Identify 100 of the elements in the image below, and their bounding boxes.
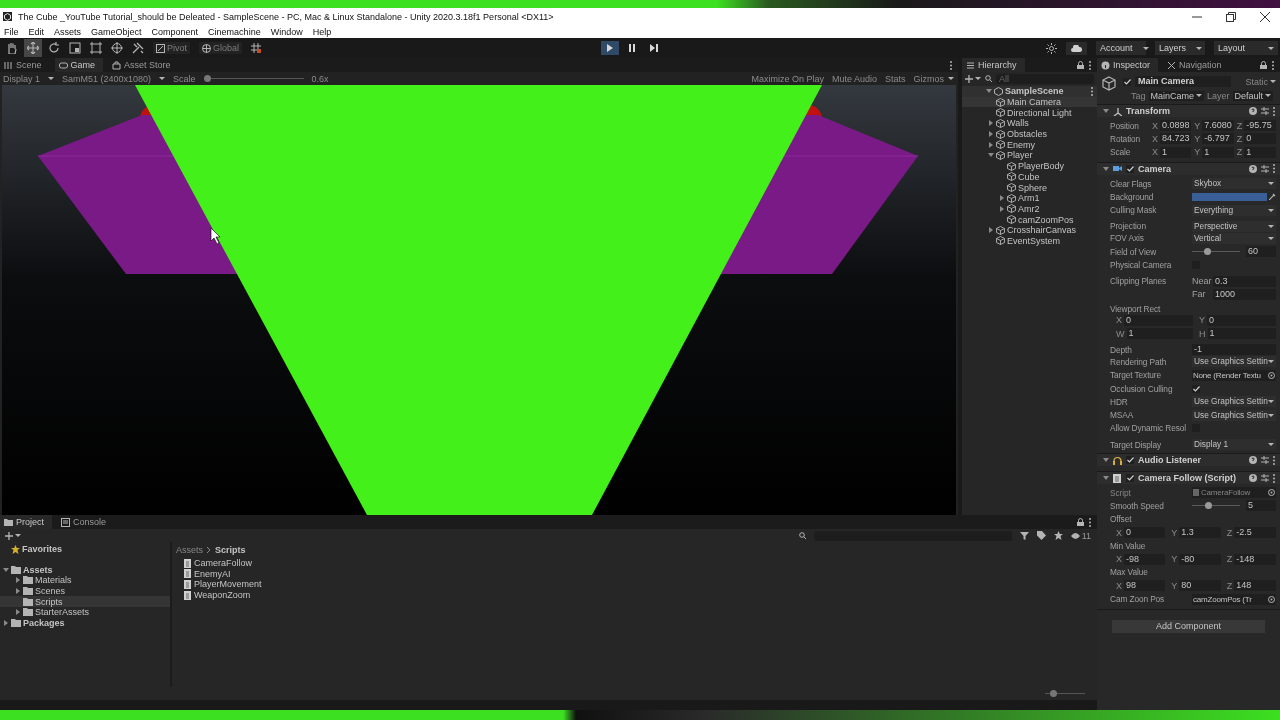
- menu-item[interactable]: Cinemachine: [208, 26, 261, 37]
- preset-icon[interactable]: [1261, 164, 1269, 173]
- transform-tool-icon[interactable]: [111, 42, 123, 54]
- object-name-field[interactable]: Main Camera: [1135, 76, 1231, 87]
- static-dropdown[interactable]: Static: [1245, 76, 1276, 87]
- move-tool-icon[interactable]: [27, 42, 39, 54]
- add-component-button[interactable]: Add Component: [1112, 619, 1265, 633]
- tab[interactable]: Inspector: [1097, 58, 1159, 72]
- dropdown[interactable]: Everything: [1192, 204, 1276, 216]
- collapsed-arrow-icon[interactable]: [15, 609, 21, 616]
- number-field[interactable]: 80: [1179, 580, 1221, 592]
- number-field[interactable]: 1: [1202, 146, 1234, 158]
- checkbox[interactable]: [1126, 474, 1134, 483]
- number-field[interactable]: 60: [1246, 246, 1276, 258]
- dropdown[interactable]: Skybox: [1192, 178, 1276, 190]
- component-header[interactable]: Audio Listener: [1097, 453, 1280, 467]
- hierarchy-item[interactable]: Cube: [962, 171, 1097, 183]
- toggle-button[interactable]: Mute Audio: [831, 73, 877, 84]
- gizmos-dropdown[interactable]: Gizmos: [913, 73, 954, 84]
- help-icon[interactable]: [1249, 474, 1257, 483]
- collapsed-arrow-icon[interactable]: [999, 205, 1005, 212]
- hierarchy-item[interactable]: CrosshairCanvas: [962, 224, 1097, 236]
- hierarchy-item[interactable]: Player: [962, 150, 1097, 161]
- collapsed-arrow-icon[interactable]: [15, 588, 21, 595]
- component-header[interactable]: Camera Follow (Script): [1097, 471, 1280, 485]
- hand-icon[interactable]: [6, 42, 18, 54]
- script-file[interactable]: EnemyAI: [176, 568, 1093, 580]
- tab[interactable]: Project: [0, 515, 52, 529]
- object-field[interactable]: None (Render Textu: [1192, 369, 1276, 381]
- folder-item[interactable]: Assets: [0, 564, 170, 576]
- lock-icon[interactable]: [1077, 518, 1084, 526]
- number-field[interactable]: -6.797: [1202, 133, 1234, 145]
- collapsed-arrow-icon[interactable]: [988, 120, 994, 127]
- component-header[interactable]: Transform: [1097, 104, 1280, 117]
- collapsed-arrow-icon[interactable]: [999, 195, 1005, 202]
- add-dropdown[interactable]: [965, 74, 981, 83]
- expanded-arrow-icon[interactable]: [986, 88, 992, 95]
- number-field[interactable]: 0.0898: [1160, 120, 1192, 132]
- dropdown[interactable]: Perspective: [1192, 220, 1276, 232]
- menu-item[interactable]: Assets: [54, 26, 82, 37]
- number-field[interactable]: 0: [1124, 527, 1166, 539]
- rect-tool-icon[interactable]: [90, 42, 102, 54]
- number-field[interactable]: -98: [1124, 553, 1166, 565]
- number-field[interactable]: -2.5: [1234, 527, 1276, 539]
- number-field[interactable]: -95.75: [1244, 120, 1276, 132]
- scale-slider[interactable]: [203, 75, 304, 82]
- account-dropdown[interactable]: Account: [1096, 41, 1146, 55]
- script-file[interactable]: PlayerMovement: [176, 579, 1093, 590]
- slider-thumb[interactable]: [1049, 690, 1057, 697]
- expanded-arrow-icon[interactable]: [3, 566, 9, 573]
- tab[interactable]: Navigation: [1163, 58, 1230, 72]
- number-field[interactable]: 0: [1124, 314, 1193, 326]
- hierarchy-item[interactable]: PlayerBody: [962, 160, 1097, 172]
- play-button[interactable]: [601, 41, 620, 55]
- number-field[interactable]: -148: [1234, 553, 1276, 565]
- checkbox[interactable]: [1192, 384, 1200, 393]
- pivot-button[interactable]: Pivot: [153, 42, 190, 54]
- scale-icon[interactable]: [69, 42, 81, 54]
- hierarchy-item[interactable]: Enemy: [962, 139, 1097, 151]
- number-field[interactable]: 7.6080: [1202, 120, 1234, 132]
- tab[interactable]: Asset Store: [108, 58, 179, 72]
- sun-icon[interactable]: [1046, 42, 1057, 54]
- search-field[interactable]: All: [996, 73, 1094, 84]
- cloud-button[interactable]: [1066, 41, 1087, 55]
- collapsed-arrow-icon[interactable]: [988, 141, 994, 148]
- tab[interactable]: Game: [54, 58, 104, 72]
- tag-dropdown[interactable]: MainCame: [1148, 90, 1205, 101]
- number-field[interactable]: 0.3: [1213, 275, 1276, 287]
- checkbox[interactable]: [1123, 77, 1131, 86]
- resolution-dropdown[interactable]: SamM51 (2400x1080): [62, 73, 166, 84]
- hierarchy-item[interactable]: Sphere: [962, 182, 1097, 193]
- rotate-icon[interactable]: [48, 42, 60, 54]
- breadcrumb-item[interactable]: Scripts: [215, 545, 246, 555]
- number-field[interactable]: -80: [1179, 553, 1221, 565]
- tab[interactable]: Console: [57, 515, 115, 529]
- hierarchy-tab[interactable]: Hierarchy: [962, 58, 1025, 72]
- filter-icon[interactable]: [1019, 531, 1029, 540]
- layout-dropdown[interactable]: Layout: [1214, 41, 1278, 55]
- hierarchy-item[interactable]: Amr2: [962, 203, 1097, 215]
- lock-icon[interactable]: [1077, 61, 1084, 69]
- help-icon[interactable]: [1249, 107, 1257, 115]
- script-file[interactable]: WeaponZoom: [176, 589, 1093, 601]
- folder-item[interactable]: Scripts: [0, 596, 170, 607]
- tag-icon[interactable]: [1036, 531, 1046, 540]
- help-icon[interactable]: [1249, 164, 1257, 173]
- hierarchy-item[interactable]: Walls: [962, 118, 1097, 129]
- hierarchy-item[interactable]: Obstacles: [962, 128, 1097, 140]
- checkbox[interactable]: [1126, 456, 1134, 465]
- expanded-arrow-icon[interactable]: [988, 152, 994, 159]
- lock-icon[interactable]: [1260, 61, 1267, 69]
- number-field[interactable]: 1: [1160, 146, 1192, 158]
- number-field[interactable]: 1.3: [1179, 527, 1221, 539]
- add-dropdown[interactable]: [5, 531, 21, 540]
- hierarchy-item[interactable]: camZoomPos: [962, 214, 1097, 225]
- folder-item[interactable]: Scenes: [0, 585, 170, 597]
- dropdown[interactable]: Use Graphics Settin: [1192, 409, 1276, 421]
- dropdown[interactable]: Use Graphics Settin: [1192, 356, 1276, 368]
- menu-item[interactable]: Edit: [28, 26, 45, 37]
- number-field[interactable]: 1: [1207, 328, 1276, 340]
- preset-icon[interactable]: [1261, 456, 1269, 465]
